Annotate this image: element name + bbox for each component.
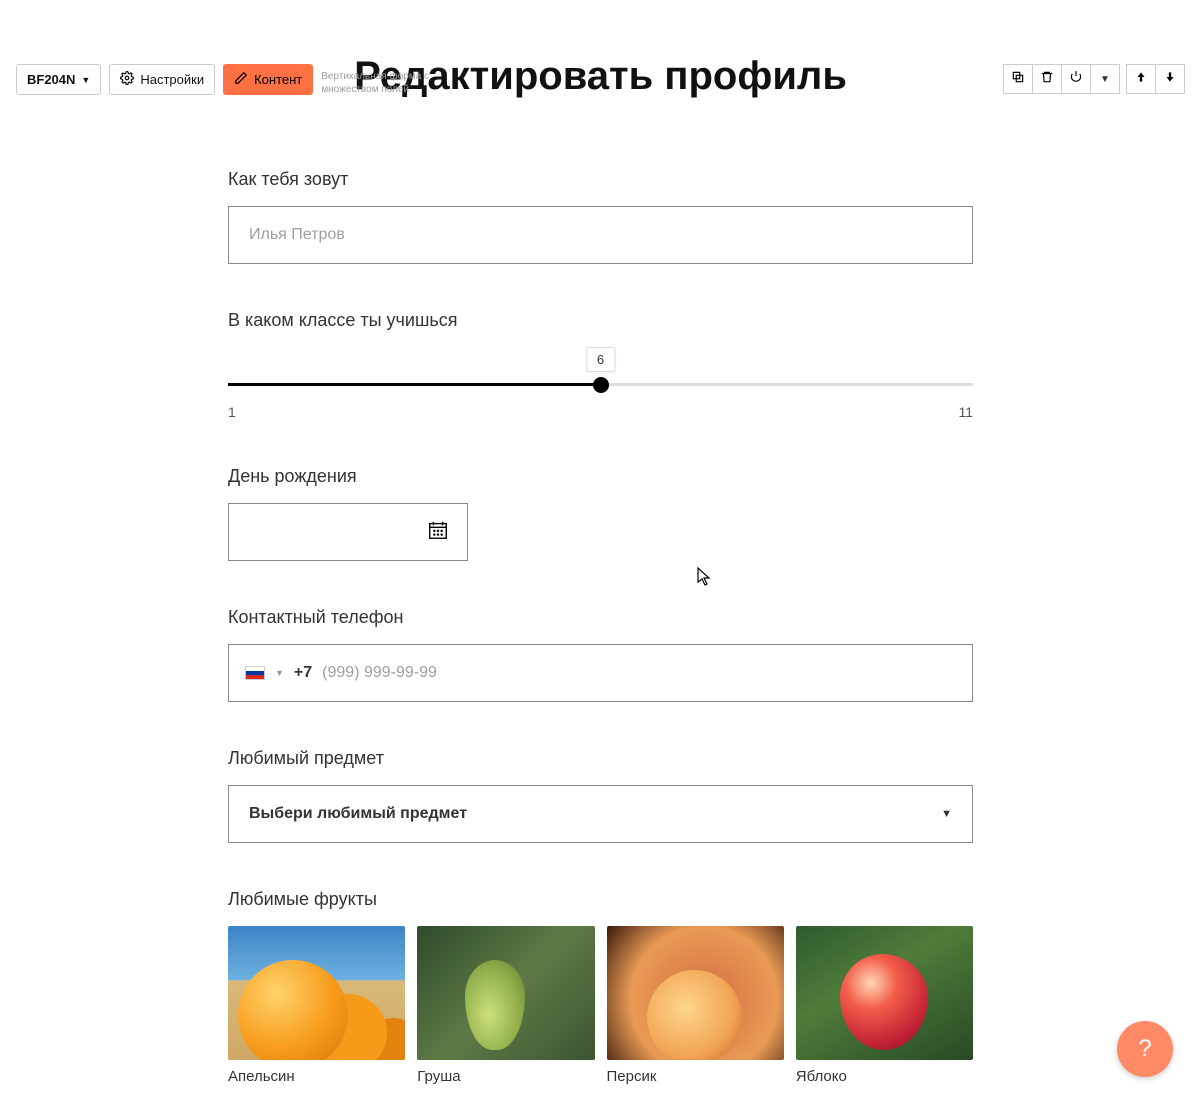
subject-select[interactable]: Выбери любимый предмет ▼	[228, 785, 973, 843]
calendar-icon	[427, 519, 449, 546]
top-toolbar-left: BF204N ▼ Настройки Контент Вертикальная …	[16, 64, 441, 96]
arrow-up-icon	[1134, 70, 1148, 89]
fruit-label: Персик	[607, 1068, 784, 1085]
phone-label: Контактный телефон	[228, 607, 973, 628]
delete-button[interactable]	[1032, 64, 1062, 94]
block-description: Вертикальная форма с множеством полей	[321, 70, 441, 96]
fruit-option-apple[interactable]: Яблоко	[796, 926, 973, 1085]
copy-button[interactable]	[1003, 64, 1033, 94]
top-toolbar-right: ▼	[1003, 64, 1185, 94]
fruit-option-orange[interactable]: Апельсин	[228, 926, 405, 1085]
caret-down-icon: ▼	[81, 75, 90, 85]
slider-track	[228, 383, 973, 386]
phone-prefix: +7	[294, 664, 312, 682]
fruits-field: Любимые фрукты Апельсин Груша Персик Ябл…	[228, 889, 973, 1085]
slider-thumb[interactable]	[593, 377, 609, 393]
more-button[interactable]: ▼	[1090, 64, 1120, 94]
fruit-label: Яблоко	[796, 1068, 973, 1085]
fruits-grid: Апельсин Груша Персик Яблоко	[228, 926, 973, 1085]
birthday-input[interactable]	[228, 503, 468, 561]
content-label: Контент	[254, 72, 302, 87]
block-id-dropdown[interactable]: BF204N ▼	[16, 64, 101, 95]
trash-icon	[1040, 70, 1054, 89]
help-button[interactable]: ?	[1117, 1021, 1173, 1077]
settings-label: Настройки	[140, 72, 204, 87]
settings-button[interactable]: Настройки	[109, 64, 215, 95]
content-button[interactable]: Контент	[223, 64, 313, 95]
arrow-down-icon	[1163, 70, 1177, 89]
slider-fill	[228, 383, 601, 386]
flag-caret-icon: ▼	[275, 668, 284, 678]
fruit-image	[607, 926, 784, 1060]
pencil-icon	[234, 71, 248, 88]
caret-down-icon: ▼	[1100, 74, 1110, 85]
power-button[interactable]	[1061, 64, 1091, 94]
help-icon: ?	[1138, 1035, 1151, 1063]
fruit-label: Апельсин	[228, 1068, 405, 1085]
fruit-option-peach[interactable]: Персик	[607, 926, 784, 1085]
name-field: Как тебя зовут	[228, 169, 973, 264]
grade-slider[interactable]: 6 1 11	[228, 347, 973, 420]
fruit-label: Груша	[417, 1068, 594, 1085]
fruit-image	[796, 926, 973, 1060]
phone-field: Контактный телефон ▼ +7 (999) 999-99-99	[228, 607, 973, 702]
fruits-label: Любимые фрукты	[228, 889, 973, 910]
chevron-down-icon: ▼	[941, 808, 952, 820]
grade-field: В каком классе ты учишься 6 1 11	[228, 310, 973, 420]
grade-label: В каком классе ты учишься	[228, 310, 973, 331]
subject-label: Любимый предмет	[228, 748, 973, 769]
birthday-label: День рождения	[228, 466, 973, 487]
fruit-image	[417, 926, 594, 1060]
birthday-field: День рождения	[228, 466, 973, 561]
fruit-option-pear[interactable]: Груша	[417, 926, 594, 1085]
fruit-image	[228, 926, 405, 1060]
slider-min: 1	[228, 404, 236, 420]
phone-placeholder: (999) 999-99-99	[322, 664, 437, 682]
gear-icon	[120, 71, 134, 88]
form-page: Редактировать профиль Как тебя зовут В к…	[228, 54, 973, 1085]
slider-range-labels: 1 11	[228, 404, 973, 420]
name-input[interactable]	[228, 206, 973, 264]
slider-max: 11	[958, 404, 973, 420]
power-icon	[1069, 70, 1083, 89]
top-toolbar: BF204N ▼ Настройки Контент Вертикальная …	[16, 64, 1185, 96]
move-down-button[interactable]	[1155, 64, 1185, 94]
move-up-button[interactable]	[1126, 64, 1156, 94]
name-label: Как тебя зовут	[228, 169, 973, 190]
block-id-text: BF204N	[27, 72, 75, 87]
subject-placeholder: Выбери любимый предмет	[249, 805, 467, 823]
slider-tooltip: 6	[586, 347, 615, 372]
copy-icon	[1011, 70, 1025, 89]
phone-input[interactable]: ▼ +7 (999) 999-99-99	[228, 644, 973, 702]
subject-field: Любимый предмет Выбери любимый предмет ▼	[228, 748, 973, 843]
flag-ru-icon[interactable]	[245, 666, 265, 680]
